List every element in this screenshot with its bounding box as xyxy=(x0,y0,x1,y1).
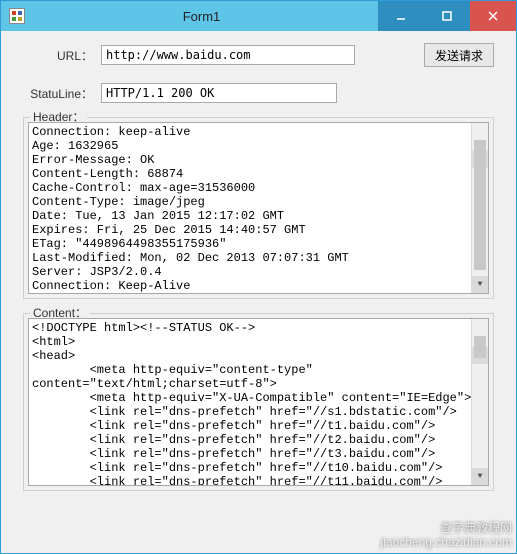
header-text: Connection: keep-alive Age: 1632965 Erro… xyxy=(32,125,349,294)
scroll-down-icon[interactable]: ▼ xyxy=(472,276,488,293)
header-group: Header： Connection: keep-alive Age: 1632… xyxy=(23,117,494,299)
close-button[interactable] xyxy=(470,1,516,31)
status-row: StatuLine： xyxy=(23,83,494,103)
close-icon xyxy=(488,11,498,21)
minimize-button[interactable] xyxy=(378,1,424,31)
scroll-down-icon[interactable]: ▼ xyxy=(472,468,488,485)
maximize-icon xyxy=(442,11,452,21)
url-row: URL： 发送请求 xyxy=(23,43,494,67)
app-icon xyxy=(9,8,25,24)
header-scrollbar[interactable]: ▲ ▼ xyxy=(471,123,488,293)
content-scrollbar[interactable]: ▲ ▼ xyxy=(471,319,488,485)
maximize-button[interactable] xyxy=(424,1,470,31)
status-input[interactable] xyxy=(101,83,337,103)
titlebar[interactable]: Form1 xyxy=(1,1,516,31)
scroll-thumb[interactable] xyxy=(474,336,486,358)
url-input[interactable] xyxy=(101,45,355,65)
header-textarea[interactable]: Connection: keep-alive Age: 1632965 Erro… xyxy=(28,122,489,294)
content-group: Content： <!DOCTYPE html><!--STATUS OK-->… xyxy=(23,313,494,491)
minimize-icon xyxy=(396,11,406,21)
content-text: <!DOCTYPE html><!--STATUS OK--> <html> <… xyxy=(32,321,471,486)
url-label: URL： xyxy=(23,47,93,64)
window-buttons xyxy=(378,1,516,31)
app-window: Form1 URL： 发送请求 StatuLine： Header： xyxy=(0,0,517,554)
content-textarea[interactable]: <!DOCTYPE html><!--STATUS OK--> <html> <… xyxy=(28,318,489,486)
send-request-button[interactable]: 发送请求 xyxy=(424,43,494,67)
window-title: Form1 xyxy=(25,9,378,24)
client-area: URL： 发送请求 StatuLine： Header： Connection:… xyxy=(1,31,516,553)
status-label: StatuLine： xyxy=(23,85,93,102)
scroll-thumb[interactable] xyxy=(474,140,486,270)
